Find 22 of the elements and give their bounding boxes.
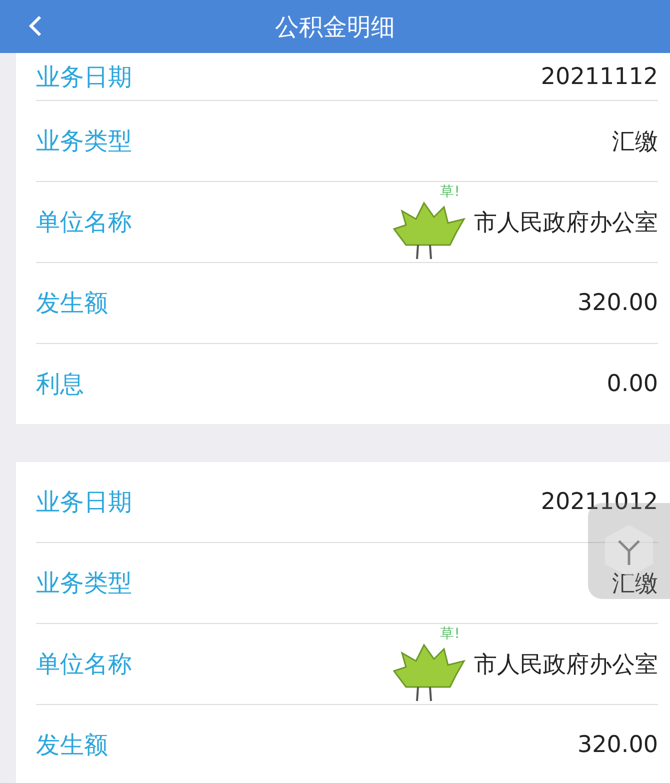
field-label: 业务日期 <box>36 62 132 92</box>
field-label: 单位名称 <box>36 649 132 680</box>
field-value: 320.00 <box>578 290 658 316</box>
field-label: 业务类型 <box>36 126 132 157</box>
field-label: 发生额 <box>36 288 108 319</box>
sticker-caption: 草! <box>440 625 460 643</box>
field-value: 320.00 <box>578 732 658 758</box>
field-value: 20211112 <box>540 64 658 90</box>
field-value: 市人民政府办公室 <box>474 650 658 680</box>
page-title: 公积金明细 <box>275 12 395 42</box>
field-label: 利息 <box>36 369 84 400</box>
field-label: 业务类型 <box>36 568 132 599</box>
field-value: 市人民政府办公室 <box>474 208 658 238</box>
field-label: 单位名称 <box>36 207 132 238</box>
field-label: 发生额 <box>36 730 108 761</box>
field-value: 汇缴 <box>612 128 658 156</box>
field-value: 20211012 <box>540 489 658 515</box>
back-icon[interactable] <box>28 15 42 37</box>
field-label: 业务日期 <box>36 487 132 518</box>
sticker-caption: 草! <box>440 183 460 201</box>
field-value: 0.00 <box>606 371 658 397</box>
field-value: 汇缴 <box>612 570 658 598</box>
